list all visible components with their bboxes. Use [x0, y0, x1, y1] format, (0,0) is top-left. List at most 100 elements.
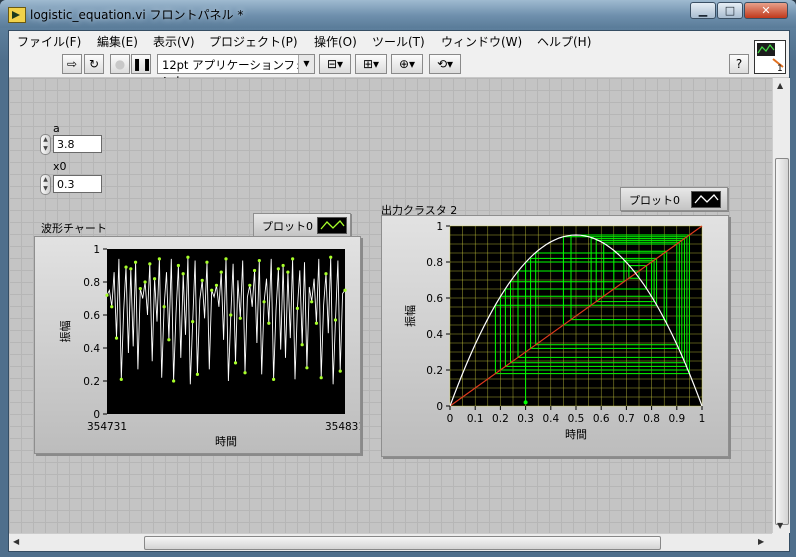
waveform-data-point: [300, 343, 304, 347]
vertical-scroll-thumb[interactable]: [775, 158, 789, 525]
waveform-data-point: [129, 267, 133, 271]
scroll-left-icon[interactable]: ◀: [13, 537, 19, 546]
waveform-data-point: [333, 318, 338, 322]
scroll-down-icon[interactable]: ▼: [777, 521, 783, 530]
maximize-icon: □: [724, 4, 736, 17]
waveform-ylabel: 振幅: [58, 321, 72, 343]
waveform-data-point: [252, 268, 257, 273]
distribute-objects-button[interactable]: ⊞▾: [355, 54, 387, 74]
menu-tools[interactable]: ツール(T): [372, 33, 425, 50]
y-tick-label: 0.6: [426, 293, 443, 305]
y-tick-label: 1: [436, 221, 443, 233]
x-tick-label: 0.7: [618, 413, 635, 425]
y-tick-label: 0.2: [83, 376, 100, 388]
abort-button[interactable]: ●: [110, 54, 130, 74]
waveform-legend-swatch: [317, 217, 347, 234]
x-tick-label: 0.9: [668, 413, 685, 425]
waveform-data-point: [110, 305, 114, 309]
waveform-data-point: [124, 265, 128, 269]
waveform-data-point: [138, 287, 142, 291]
x-tick-label: 0.3: [517, 413, 534, 425]
align-icon: ⊟▾: [326, 57, 344, 71]
stop-icon: ●: [114, 57, 126, 71]
x-tick-label: 0.4: [542, 413, 559, 425]
scroll-right-icon[interactable]: ▶: [758, 537, 764, 546]
waveform-data-point: [214, 283, 219, 287]
x-tick-label: 0.2: [492, 413, 509, 425]
title-bar[interactable]: logistic_equation.vi フロントパネル * ▁ □ ✕: [0, 0, 796, 28]
waveform-data-point: [257, 258, 261, 263]
waveform-data-point: [172, 379, 176, 383]
close-icon: ✕: [761, 4, 771, 17]
vertical-scrollbar[interactable]: ▲ ▼: [772, 78, 790, 533]
menu-help[interactable]: ヘルプ(H): [537, 33, 591, 50]
waveform-chart-title: 波形チャート: [41, 222, 107, 235]
xy-graph-legend[interactable]: プロット0: [620, 187, 728, 211]
maximize-button[interactable]: □: [717, 2, 743, 19]
pause-icon: ❚❚: [132, 57, 153, 71]
distribute-icon: ⊞▾: [362, 57, 380, 71]
xy-legend-swatch: [691, 191, 721, 208]
waveform-chart[interactable]: 0 0.2 0.4 0.6 0.8 1 354731 354831 時間 振幅: [34, 236, 365, 454]
xy-ylabel: 振幅: [403, 305, 417, 327]
x-tick-label: 1: [699, 413, 706, 425]
menu-project[interactable]: プロジェクト(P): [209, 33, 298, 50]
y-tick-label: 0: [436, 401, 443, 413]
x-tick-label: 0.5: [568, 413, 585, 425]
horizontal-scrollbar[interactable]: ◀ ▶: [9, 533, 772, 551]
a-value-field[interactable]: 3.8: [53, 135, 102, 153]
menu-edit[interactable]: 編集(E): [97, 33, 138, 50]
waveform-data-point: [324, 272, 328, 276]
menu-window[interactable]: ウィンドウ(W): [441, 33, 522, 50]
waveform-data-point: [338, 369, 342, 373]
scroll-up-icon[interactable]: ▲: [777, 81, 783, 90]
y-tick-label: 0.8: [83, 277, 100, 289]
waveform-data-point: [310, 300, 314, 304]
waveform-data-point: [238, 316, 242, 320]
front-panel-canvas[interactable]: a ▲ ▼ 3.8 x0 ▲ ▼ 0.3 波形チャート プロット0 0 0.2 0.4 0…: [9, 78, 772, 533]
resize-icon: ⊕▾: [398, 57, 416, 71]
align-objects-button[interactable]: ⊟▾: [319, 54, 351, 74]
minimize-button[interactable]: ▁: [690, 2, 716, 19]
waveform-data-point: [176, 263, 180, 268]
waveform-data-point: [153, 277, 157, 281]
vi-icon-graphic: 1: [757, 43, 784, 74]
font-select[interactable]: 12pt アプリケーションフォント ▼: [157, 54, 315, 88]
waveform-data-point: [200, 278, 204, 282]
waveform-chart-plot[interactable]: 0 0.2 0.4 0.6 0.8 1 354731 354831 時間 振幅: [35, 237, 365, 453]
waveform-data-point: [286, 270, 290, 274]
x-tick-label: 0.8: [643, 413, 660, 425]
xy-graph-plot[interactable]: 0 0.1 0.2 0.3 0.4 0.5 0.6 0.7 0.8 0.9 1 0 0.2 0.4 0.6 0…: [382, 216, 728, 456]
resize-objects-button[interactable]: ⊕▾: [391, 54, 423, 74]
xy-graph[interactable]: 0 0.1 0.2 0.3 0.4 0.5 0.6 0.7 0.8 0.9 1 0 0.2 0.4 0.6 0…: [381, 215, 729, 457]
menu-file[interactable]: ファイル(F): [17, 33, 81, 50]
waveform-data-point: [343, 288, 347, 292]
x0-increment-decrement[interactable]: ▲ ▼: [40, 174, 51, 195]
pause-button[interactable]: ❚❚: [131, 54, 153, 74]
waveform-chart-legend[interactable]: プロット0: [253, 213, 351, 237]
x-tick-label: 0.6: [593, 413, 610, 425]
waveform-data-point: [181, 272, 185, 276]
menu-operate[interactable]: 操作(O): [314, 33, 357, 50]
reorder-button[interactable]: ⟲▾: [429, 54, 461, 74]
vi-connector-icon[interactable]: 1: [754, 40, 786, 74]
menu-view[interactable]: 表示(V): [153, 33, 195, 50]
y-tick-label: 0.2: [426, 365, 443, 377]
waveform-data-point: [295, 306, 299, 310]
x0-value-field[interactable]: 0.3: [53, 175, 102, 193]
run-continuously-button[interactable]: ↻: [84, 54, 104, 74]
waveform-data-point: [291, 257, 295, 261]
waveform-data-point: [105, 293, 109, 297]
run-button[interactable]: ⇨: [62, 54, 82, 74]
waveform-data-point: [267, 321, 271, 325]
waveform-data-point: [219, 270, 223, 274]
toolbar: ⇨ ↻ ● ❚❚ 12pt アプリケーションフォント ▼ ⊟▾ ⊞▾ ⊕▾ ⟲▾…: [9, 51, 789, 88]
waveform-data-point: [319, 376, 323, 380]
a-increment-decrement[interactable]: ▲ ▼: [40, 134, 51, 155]
waveform-data-point: [148, 262, 152, 266]
context-help-button[interactable]: ?: [729, 54, 749, 74]
close-button[interactable]: ✕: [744, 2, 788, 19]
y-tick-label: 0.8: [426, 257, 443, 269]
waveform-data-point: [248, 283, 252, 287]
horizontal-scroll-thumb[interactable]: [144, 536, 661, 550]
